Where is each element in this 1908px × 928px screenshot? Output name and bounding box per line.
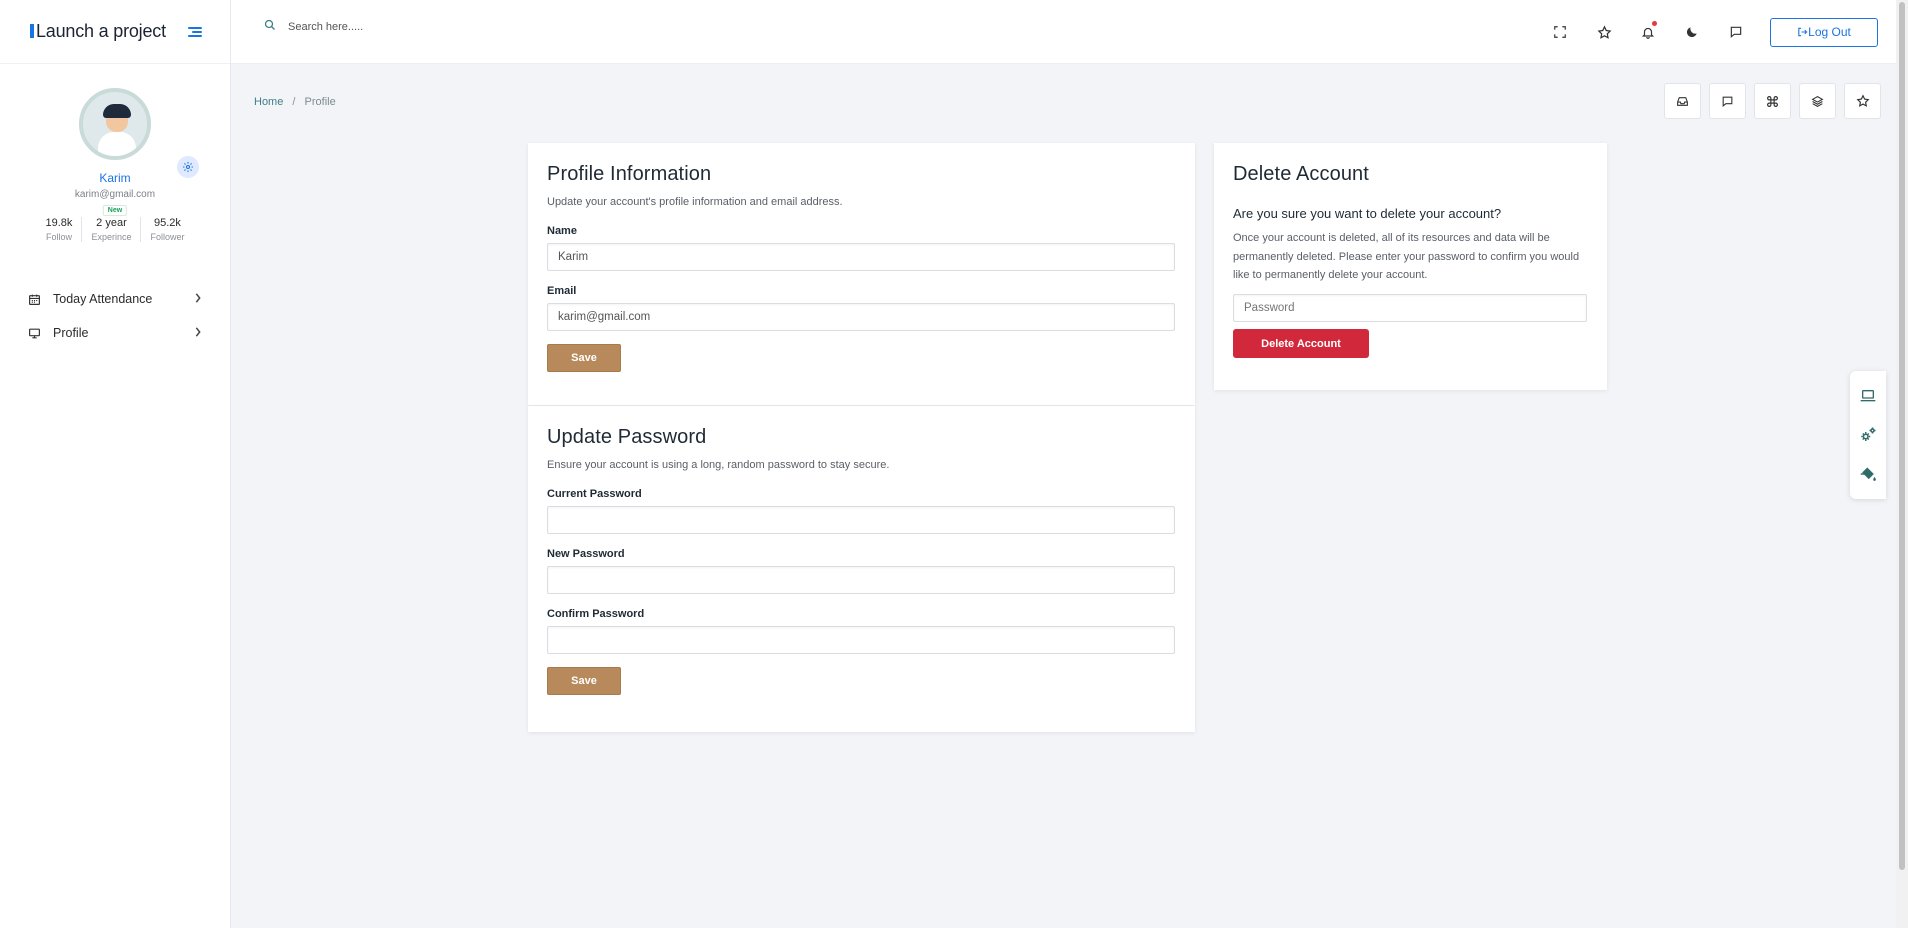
breadcrumb: Home / Profile xyxy=(254,96,336,108)
logout-button[interactable]: Log Out xyxy=(1770,17,1878,47)
profile-information-description: Update your account's profile informatio… xyxy=(547,196,843,208)
moon-icon[interactable] xyxy=(1670,17,1714,47)
profile-information-card: Profile Information Update your account'… xyxy=(528,143,1195,405)
gears-icon[interactable] xyxy=(1857,424,1879,446)
delete-account-description: Once your account is deleted, all of its… xyxy=(1233,232,1580,282)
name-field[interactable] xyxy=(547,243,1175,272)
sidebar-nav: Today Attendance Profile xyxy=(0,282,230,350)
profile-save-button[interactable]: Save xyxy=(547,344,621,373)
side-dock xyxy=(1850,371,1886,499)
sidebar: Launch a project New Karim karim@gmail.c… xyxy=(0,0,231,928)
name-label: Name xyxy=(547,225,577,238)
user-stats: 19.8k Follow 2 year Experince 95.2k Foll… xyxy=(0,217,230,242)
star-icon[interactable] xyxy=(1582,17,1626,47)
profile-information-title: Profile Information xyxy=(547,163,712,185)
delete-account-title: Delete Account xyxy=(1233,163,1369,185)
stat-follow: 19.8k Follow xyxy=(37,217,82,242)
current-password-field[interactable] xyxy=(547,506,1175,535)
profile-card: New Karim karim@gmail.com 19.8k Follow 2… xyxy=(0,64,230,242)
chat-icon[interactable] xyxy=(1714,17,1758,47)
laptop-icon[interactable] xyxy=(1857,385,1879,407)
command-icon[interactable] xyxy=(1754,83,1791,119)
message-icon[interactable] xyxy=(1709,83,1746,119)
current-password-label: Current Password xyxy=(547,488,642,501)
search-input[interactable] xyxy=(288,21,488,33)
stat-value: 2 year xyxy=(96,217,127,229)
stat-label: Experince xyxy=(91,232,132,242)
new-password-label: New Password xyxy=(547,548,625,561)
sidebar-item-today-attendance[interactable]: Today Attendance xyxy=(0,282,230,316)
scrollbar-thumb[interactable] xyxy=(1899,2,1905,870)
confirm-password-field[interactable] xyxy=(547,626,1175,655)
new-badge: New xyxy=(102,205,128,216)
update-password-description: Ensure your account is using a long, ran… xyxy=(547,459,890,471)
brand: Launch a project xyxy=(0,0,230,64)
inbox-icon[interactable] xyxy=(1664,83,1701,119)
delete-account-button[interactable]: Delete Account xyxy=(1233,329,1369,359)
update-password-card: Update Password Ensure your account is u… xyxy=(528,406,1195,732)
sidebar-item-label: Today Attendance xyxy=(53,292,153,306)
quick-actions xyxy=(1664,83,1881,119)
stat-follower: 95.2k Follower xyxy=(140,217,193,242)
monitor-icon xyxy=(28,327,41,340)
star-icon[interactable] xyxy=(1844,83,1881,119)
logout-icon xyxy=(1798,27,1808,37)
breadcrumb-separator: / xyxy=(292,96,296,108)
paint-bucket-icon[interactable] xyxy=(1857,463,1879,485)
chevron-right-icon xyxy=(194,292,202,306)
stat-label: Follow xyxy=(45,232,72,242)
fullscreen-icon[interactable] xyxy=(1538,17,1582,47)
update-password-title: Update Password xyxy=(547,426,707,448)
search-bar xyxy=(264,18,488,36)
notification-dot xyxy=(1652,21,1657,26)
menu-toggle-icon[interactable] xyxy=(187,26,202,37)
bell-icon[interactable] xyxy=(1626,17,1670,47)
stat-label: Follower xyxy=(150,232,185,242)
delete-account-card: Delete Account Are you sure you want to … xyxy=(1214,143,1607,390)
page-scrollbar[interactable] xyxy=(1896,0,1908,928)
topbar: Log Out xyxy=(231,0,1908,64)
delete-password-field[interactable] xyxy=(1233,294,1587,323)
confirm-password-label: Confirm Password xyxy=(547,608,645,621)
search-icon[interactable] xyxy=(264,18,276,36)
new-password-field[interactable] xyxy=(547,566,1175,595)
avatar[interactable] xyxy=(79,88,151,160)
logout-label: Log Out xyxy=(1808,25,1851,39)
user-email: karim@gmail.com xyxy=(74,189,156,200)
delete-account-question: Are you sure you want to delete your acc… xyxy=(1233,206,1502,221)
brand-logo[interactable]: Launch a project xyxy=(30,21,166,42)
stat-value: 19.8k xyxy=(45,217,73,229)
email-field[interactable] xyxy=(547,303,1175,332)
stat-experience: 2 year Experince xyxy=(81,217,140,242)
breadcrumb-home[interactable]: Home xyxy=(254,96,283,108)
sidebar-item-label: Profile xyxy=(53,326,89,340)
topbar-actions: Log Out xyxy=(1538,17,1878,47)
sidebar-item-profile[interactable]: Profile xyxy=(0,316,230,350)
email-label: Email xyxy=(547,285,577,298)
breadcrumb-current: Profile xyxy=(304,96,336,108)
settings-gear-icon[interactable] xyxy=(177,156,199,178)
calendar-icon xyxy=(28,293,41,306)
password-save-button[interactable]: Save xyxy=(547,667,621,696)
layers-icon[interactable] xyxy=(1799,83,1836,119)
brand-name: Launch a project xyxy=(36,21,166,41)
chevron-right-icon xyxy=(194,326,202,340)
stat-value: 95.2k xyxy=(154,217,181,229)
